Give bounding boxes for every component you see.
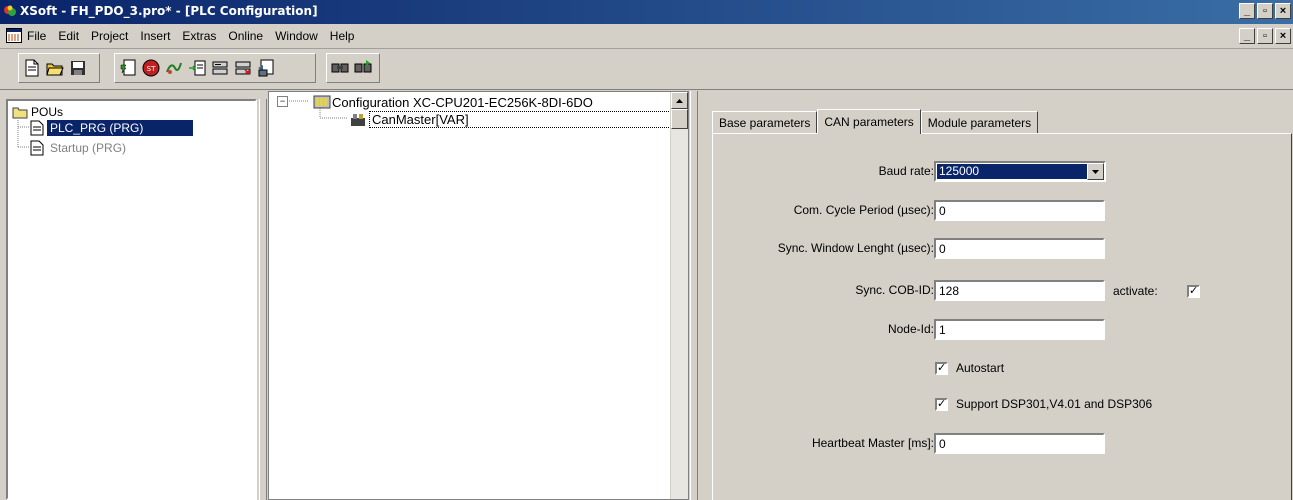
- toolbar: ST: [0, 49, 1293, 90]
- find-icon[interactable]: [329, 56, 351, 80]
- heartbeat-label: Heartbeat Master [ms]:: [811, 436, 934, 450]
- heartbeat-input[interactable]: [934, 433, 1105, 454]
- menu-help[interactable]: Help: [329, 29, 356, 43]
- menu-insert[interactable]: Insert: [139, 29, 171, 43]
- sync-cobid-label: Sync. COB-ID:: [855, 283, 934, 297]
- can-parameters-page: Baud rate: 125000 Com. Cycle Period (µse…: [712, 133, 1292, 500]
- stop-icon[interactable]: ST: [140, 56, 162, 80]
- pou-root-label: POUs: [31, 105, 64, 119]
- support-dsp-checkbox[interactable]: ✓: [935, 398, 948, 411]
- can-master-icon: [351, 113, 365, 126]
- sync-window-label: Sync. Window Lenght (µsec):: [777, 241, 934, 255]
- config-item-canmaster[interactable]: CanMaster[VAR]: [349, 111, 675, 128]
- compile-icon[interactable]: [117, 56, 139, 80]
- login-icon[interactable]: [209, 56, 231, 80]
- toolbar-find-group: [326, 53, 380, 83]
- close-button[interactable]: ×: [1275, 3, 1291, 19]
- minimize-button[interactable]: _: [1239, 3, 1255, 19]
- vertical-scrollbar[interactable]: [670, 92, 688, 499]
- xsoft-app-icon: [4, 5, 16, 16]
- node-id-label: Node-Id:: [887, 322, 934, 336]
- baud-rate-value: 125000: [937, 164, 1087, 179]
- config-item-label: CanMaster[VAR]: [369, 111, 675, 128]
- com-cycle-input[interactable]: [934, 200, 1105, 221]
- document-window-icon[interactable]: [6, 28, 22, 43]
- tab-strip: Base parameters CAN parameters Module pa…: [712, 109, 1039, 134]
- node-id-input[interactable]: [934, 319, 1105, 340]
- chevron-down-icon: [1092, 169, 1099, 174]
- activate-label: activate:: [1113, 284, 1158, 298]
- tab-can-parameters[interactable]: CAN parameters: [817, 109, 921, 134]
- single-step-icon[interactable]: [186, 56, 208, 80]
- tab-module-parameters[interactable]: Module parameters: [920, 111, 1039, 133]
- pou-item-label: Startup (PRG): [50, 141, 127, 155]
- window-title: XSoft - FH_PDO_3.pro* - [PLC Configurati…: [20, 4, 318, 18]
- scroll-up-button[interactable]: [671, 92, 688, 109]
- title-bar[interactable]: XSoft - FH_PDO_3.pro* - [PLC Configurati…: [0, 0, 1293, 24]
- new-file-icon[interactable]: [21, 56, 43, 80]
- run-icon[interactable]: [163, 56, 185, 80]
- open-folder-icon[interactable]: [44, 56, 66, 80]
- pou-root[interactable]: POUs: [12, 105, 63, 119]
- window-controls: _ ▫ ×: [1237, 3, 1291, 19]
- baud-rate-label: Baud rate:: [878, 164, 934, 178]
- autostart-label: Autostart: [956, 361, 1005, 375]
- menu-project[interactable]: Project: [90, 29, 129, 43]
- right-splitter[interactable]: [690, 91, 698, 500]
- autostart-checkbox[interactable]: ✓: [935, 362, 948, 375]
- menu-extras[interactable]: Extras: [181, 29, 217, 43]
- menu-bar: File Edit Project Insert Extras Online W…: [0, 24, 1293, 49]
- properties-panel: Base parameters CAN parameters Module pa…: [698, 91, 1293, 500]
- doc-minimize-button[interactable]: _: [1239, 28, 1255, 44]
- doc-close-button[interactable]: ×: [1275, 28, 1291, 44]
- toolbar-online-group: ST: [114, 53, 316, 83]
- restore-button[interactable]: ▫: [1257, 3, 1273, 19]
- pou-item-plc-prg[interactable]: PLC_PRG (PRG): [30, 120, 193, 136]
- menu-file[interactable]: File: [26, 29, 47, 43]
- left-splitter[interactable]: [259, 99, 267, 500]
- doc-restore-button[interactable]: ▫: [1257, 28, 1273, 44]
- find-next-icon[interactable]: [352, 56, 374, 80]
- support-dsp-label: Support DSP301,V4.01 and DSP306: [956, 397, 1153, 411]
- arrow-up-icon: [676, 98, 683, 103]
- menu-items: File Edit Project Insert Extras Online W…: [26, 29, 355, 43]
- monitor-icon[interactable]: [255, 56, 277, 80]
- sync-cobid-input[interactable]: [934, 280, 1105, 301]
- com-cycle-label: Com. Cycle Period (µsec):: [793, 203, 934, 217]
- program-icon: [30, 120, 44, 136]
- toolbar-file-group: [18, 53, 100, 83]
- scroll-thumb[interactable]: [671, 109, 688, 129]
- menu-window[interactable]: Window: [274, 29, 319, 43]
- plc-configuration-icon: [313, 95, 331, 109]
- config-tree-panel[interactable]: − Configuration XC-CPU201-EC256K-8DI-6DO…: [268, 91, 689, 500]
- dropdown-button[interactable]: [1087, 163, 1104, 180]
- sync-window-input[interactable]: [934, 238, 1105, 259]
- pou-item-label: PLC_PRG (PRG): [47, 120, 193, 136]
- config-root-label: Configuration XC-CPU201-EC256K-8DI-6DO: [332, 94, 593, 110]
- menu-online[interactable]: Online: [227, 29, 264, 43]
- program-icon: [30, 140, 44, 156]
- config-root[interactable]: Configuration XC-CPU201-EC256K-8DI-6DO: [313, 94, 593, 110]
- tree-connector-lines: [287, 100, 309, 102]
- save-icon[interactable]: [67, 56, 89, 80]
- pou-item-startup[interactable]: Startup (PRG): [30, 140, 126, 156]
- menu-edit[interactable]: Edit: [57, 29, 80, 43]
- pou-tree-panel[interactable]: POUs PLC_PRG (PRG) Startup (PRG): [6, 99, 257, 500]
- logout-icon[interactable]: [232, 56, 254, 80]
- document-window-controls: _ ▫ ×: [1237, 28, 1291, 44]
- folder-icon: [12, 107, 28, 118]
- svg-text:ST: ST: [147, 65, 156, 73]
- tab-base-parameters[interactable]: Base parameters: [712, 111, 818, 133]
- baud-rate-select[interactable]: 125000: [934, 161, 1106, 182]
- activate-checkbox[interactable]: ✓: [1187, 285, 1200, 298]
